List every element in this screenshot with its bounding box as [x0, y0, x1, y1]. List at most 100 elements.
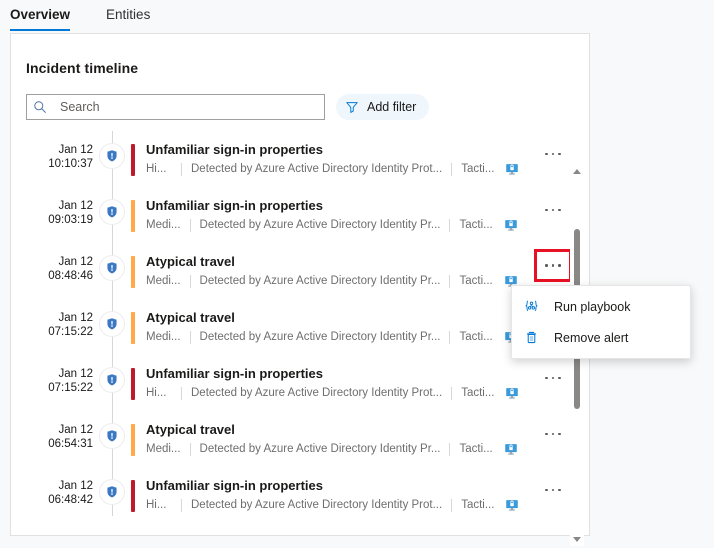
alert-severity-label: Hi... — [146, 498, 172, 512]
alert-detected-by: Detected by Azure Active Directory Ident… — [200, 330, 441, 344]
timeline-row-timestamp: Jan 1207:15:22 — [11, 299, 93, 355]
alert-detected-by: Detected by Azure Active Directory Ident… — [191, 386, 442, 400]
alert-detected-by: Detected by Azure Active Directory Ident… — [191, 498, 442, 512]
shield-alert-icon — [100, 256, 124, 280]
meta-separator — [449, 443, 450, 456]
alert-tactic: Tacti... — [459, 274, 492, 288]
alert-detected-by: Detected by Azure Active Directory Ident… — [200, 274, 441, 288]
search-box[interactable] — [26, 94, 325, 120]
alert-severity-label: Medi... — [146, 274, 181, 288]
timeline-node — [93, 243, 131, 299]
timeline-row-date: Jan 12 — [11, 311, 93, 325]
timeline-node — [93, 355, 131, 411]
timeline-row-time: 10:10:37 — [11, 157, 93, 171]
search-input[interactable] — [53, 100, 324, 114]
trash-icon — [524, 330, 548, 345]
timeline-row-timestamp: Jan 1206:54:31 — [11, 411, 93, 467]
timeline-node — [93, 467, 131, 516]
ellipsis-icon — [545, 209, 561, 212]
timeline-node — [93, 299, 131, 355]
timeline-row-date: Jan 12 — [11, 423, 93, 437]
alert-detected-by: Detected by Azure Active Directory Ident… — [200, 218, 441, 232]
timeline-row-content: Unfamiliar sign-in propertiesMedi...Dete… — [135, 187, 589, 243]
timeline-row[interactable]: Jan 1206:54:31Atypical travelMedi...Dete… — [11, 411, 589, 467]
meta-separator — [181, 499, 182, 512]
alert-title: Unfamiliar sign-in properties — [146, 366, 589, 382]
timeline-row-time: 06:48:42 — [11, 493, 93, 507]
alert-meta: Hi... Detected by Azure Active Directory … — [146, 386, 589, 400]
row-more-actions-button[interactable] — [539, 143, 567, 165]
timeline-list[interactable]: Jan 1210:10:37Unfamiliar sign-in propert… — [11, 131, 589, 516]
timeline-node — [93, 187, 131, 243]
incident-timeline-panel: Incident timeline Add filter Jan 1210:10… — [10, 33, 590, 536]
meta-separator — [451, 499, 452, 512]
tab-overview[interactable]: Overview — [10, 0, 84, 31]
alert-meta: Hi...Detected by Azure Active Directory … — [146, 162, 589, 176]
timeline-row-timestamp: Jan 1210:10:37 — [11, 131, 93, 187]
alert-severity-label: Medi... — [146, 442, 181, 456]
triangle-down-icon — [573, 537, 581, 542]
alert-detected-by: Detected by Azure Active Directory Ident… — [191, 162, 442, 176]
alert-title: Atypical travel — [146, 422, 589, 438]
timeline-row[interactable]: Jan 1210:10:37 Unfamiliar sign-in propert… — [11, 131, 589, 187]
alert-title: Atypical travel — [146, 254, 589, 270]
device-lock-icon — [505, 498, 519, 512]
row-more-actions-button[interactable] — [539, 367, 567, 389]
ellipsis-icon — [545, 264, 561, 267]
timeline-row-date: Jan 12 — [11, 199, 93, 213]
timeline-row-timestamp: Jan 1208:48:46 — [11, 243, 93, 299]
alert-title: Unfamiliar sign-in properties — [146, 478, 589, 494]
timeline-row-timestamp: Jan 1209:03:19 — [11, 187, 93, 243]
meta-separator — [181, 387, 182, 400]
meta-separator — [451, 387, 452, 400]
add-filter-button[interactable]: Add filter — [336, 94, 429, 120]
timeline-row[interactable]: Jan 1207:15:22Atypical travelMedi...Dete… — [11, 299, 589, 355]
timeline-row-time: 07:15:22 — [11, 381, 93, 395]
scroll-down-arrow[interactable] — [570, 532, 584, 546]
ellipsis-icon — [545, 433, 561, 436]
timeline-row[interactable]: Jan 1209:03:19 Unfamiliar sign-in propert… — [11, 187, 589, 243]
row-more-actions-button[interactable] — [539, 423, 567, 445]
alert-title: Unfamiliar sign-in properties — [146, 142, 589, 158]
menu-item-remove-alert[interactable]: Remove alert — [512, 322, 690, 353]
timeline-row-time: 08:48:46 — [11, 269, 93, 283]
timeline-row-content: Unfamiliar sign-in properties Hi...Detect… — [135, 131, 589, 187]
alert-context-menu: Run playbook Remove alert — [511, 285, 691, 359]
meta-separator — [449, 331, 450, 344]
shield-alert-icon — [100, 144, 124, 168]
scroll-up-arrow[interactable] — [570, 164, 584, 178]
row-more-actions-button[interactable] — [537, 252, 569, 279]
timeline-node — [93, 131, 131, 187]
timeline-row-time: 06:54:31 — [11, 437, 93, 451]
ellipsis-icon — [545, 153, 561, 156]
timeline-row-timestamp: Jan 1206:48:42 — [11, 467, 93, 516]
alert-severity-label: Hi... — [146, 386, 172, 400]
timeline-node — [93, 411, 131, 467]
row-more-actions-button[interactable] — [539, 199, 567, 221]
meta-separator — [190, 219, 191, 232]
meta-separator — [190, 275, 191, 288]
timeline-row[interactable]: Jan 1206:48:42 Unfamiliar sign-in propert… — [11, 467, 589, 516]
timeline-row-timestamp: Jan 1207:15:22 — [11, 355, 93, 411]
device-lock-icon — [504, 218, 518, 232]
triangle-up-icon — [573, 169, 581, 174]
device-lock-icon — [505, 162, 519, 176]
row-more-actions-button[interactable] — [539, 479, 567, 501]
shield-alert-icon — [100, 312, 124, 336]
alert-tactic: Tacti... — [459, 218, 492, 232]
menu-item-run-playbook-label: Run playbook — [548, 300, 630, 314]
shield-alert-icon — [100, 368, 124, 392]
funnel-icon — [345, 100, 359, 114]
alert-tactic: Tacti... — [461, 162, 494, 176]
add-filter-label: Add filter — [367, 100, 416, 114]
alert-tactic: Tacti... — [461, 498, 494, 512]
timeline-row[interactable]: Jan 1207:15:22 Unfamiliar sign-in propert… — [11, 355, 589, 411]
shield-alert-icon — [100, 424, 124, 448]
menu-item-remove-alert-label: Remove alert — [548, 331, 628, 345]
ellipsis-icon — [545, 489, 561, 492]
tab-entities[interactable]: Entities — [106, 0, 164, 31]
timeline-row-date: Jan 12 — [11, 255, 93, 269]
menu-item-run-playbook[interactable]: Run playbook — [512, 291, 690, 322]
timeline-row[interactable]: Jan 1208:48:46 Atypical travel Medi... Dete… — [11, 243, 589, 299]
alert-tactic: Tacti... — [461, 386, 494, 400]
